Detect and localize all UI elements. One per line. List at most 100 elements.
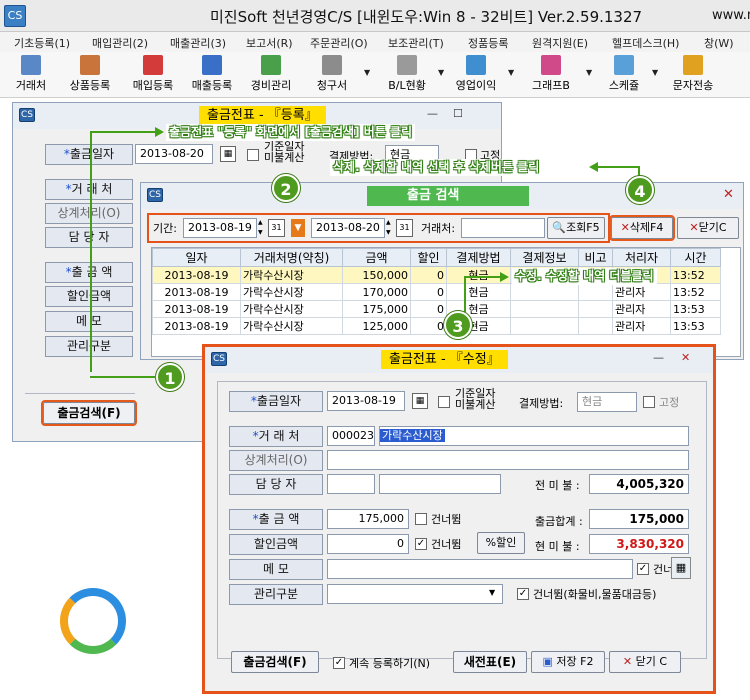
edit-memo-skip-checkbox[interactable]: ✓ — [637, 563, 649, 575]
edit-close-icon[interactable]: ✕ — [681, 351, 690, 364]
edit-percent-discount-button[interactable]: %할인 — [477, 532, 525, 554]
edit-close-button[interactable]: ✕ 닫기 C — [609, 651, 681, 673]
edit-pay-method-select[interactable]: 현금 — [577, 392, 637, 412]
col-note[interactable]: 비고 — [578, 248, 613, 267]
search-query-button[interactable]: 🔍조회F5 — [547, 217, 605, 239]
search-date-from[interactable]: 2013-08-19 — [183, 218, 257, 238]
toolbar-expense[interactable]: 경비관리 — [244, 54, 298, 96]
edit-calendar-icon[interactable]: ▦ — [412, 393, 428, 409]
edit-customer-code[interactable]: 000023 — [327, 426, 375, 446]
date-from-calendar-icon[interactable]: 31 — [268, 219, 285, 237]
menu-item-sales[interactable]: 매출관리(3) — [170, 35, 226, 51]
edit-save-button[interactable]: ▣ 저장 F2 — [531, 651, 605, 673]
search-delete-button[interactable]: ✕삭제F4 — [609, 215, 675, 241]
date-range-dropdown-icon[interactable]: ▼ — [291, 219, 305, 237]
edit-date-input[interactable]: 2013-08-19 — [327, 391, 405, 411]
annotation-delete-text: 삭제. 삭제할 내역 선택 후 삭제버튼 클릭 — [330, 159, 543, 176]
search-date-to[interactable]: 2013-08-20 — [311, 218, 385, 238]
schedule-caret-icon[interactable]: ▼ — [652, 68, 658, 77]
menu-item-aux[interactable]: 보조관리(T) — [388, 35, 444, 51]
edit-manager-name[interactable] — [379, 474, 501, 494]
date-to-spin-icon[interactable]: ▲ ▼ — [386, 218, 394, 238]
edit-continue-label: 계속 등록하기(N) — [349, 657, 431, 670]
toolbar-graph[interactable]: 그래프B — [520, 54, 582, 96]
edit-discount-skip-checkbox[interactable]: ✓ — [415, 538, 427, 550]
edit-offset-button[interactable]: 상계처리(O) — [229, 450, 323, 471]
edit-class-skip-checkbox[interactable]: ✓ — [517, 588, 529, 600]
search-customer-input[interactable] — [461, 218, 545, 238]
menu-item-report[interactable]: 보고서(R) — [246, 35, 293, 51]
edit-class-dropdown-icon[interactable]: ▼ — [489, 588, 495, 597]
edit-fixed-label: 고정 — [659, 396, 680, 409]
toolbar-sales[interactable]: 매출등록 — [184, 54, 240, 96]
edit-customer-name-field[interactable]: 가락수산시장 — [379, 426, 689, 446]
register-base-date-checkbox[interactable] — [247, 149, 259, 161]
calculator-icon[interactable]: ▦ — [671, 557, 691, 579]
toolbar-profit[interactable]: 영업이익 — [448, 54, 504, 96]
edit-continue-checkbox[interactable]: ✓ — [333, 657, 345, 669]
date-to-calendar-icon[interactable]: 31 — [396, 219, 413, 237]
register-offset-button[interactable]: 상계처리(O) — [45, 203, 133, 224]
toolbar-purchase[interactable]: 매입등록 — [126, 54, 180, 96]
edit-date-label: 출금일자 — [229, 391, 323, 412]
search-result-table: 일자 거래처명(약칭) 금액 할인 결제방법 결제정보 비고 처리자 시간 20… — [152, 248, 721, 335]
graph-caret-icon[interactable]: ▼ — [586, 68, 592, 77]
bl-caret-icon[interactable]: ▼ — [438, 68, 444, 77]
toolbar-product[interactable]: 상품등록 — [62, 54, 118, 96]
col-discount[interactable]: 할인 — [410, 248, 447, 267]
col-pay-method[interactable]: 결제방법 — [446, 248, 511, 267]
edit-amount-label: 출 금 액 — [229, 509, 323, 530]
register-date-input[interactable]: 2013-08-20 — [135, 144, 213, 164]
annotation-line-1c — [90, 376, 156, 378]
invoice-caret-icon[interactable]: ▼ — [364, 68, 370, 77]
search-close-icon[interactable]: ✕ — [723, 187, 734, 202]
menu-item-order[interactable]: 주문관리(O) — [310, 35, 368, 51]
edit-manager-code[interactable] — [327, 474, 375, 494]
toolbar-schedule[interactable]: 스케쥴 — [602, 54, 646, 96]
register-calendar-icon[interactable]: ▦ — [220, 146, 236, 162]
toolbar-bl-status[interactable]: B/L현황 — [378, 54, 436, 96]
edit-base-date-checkbox[interactable] — [438, 396, 450, 408]
table-row[interactable]: 2013-08-19 가락수산시장 125,000 0 현금 관리자 13:53 — [152, 317, 721, 335]
edit-amount-input[interactable]: 175,000 — [327, 509, 409, 529]
toolbar-customer[interactable]: 거래처 — [8, 54, 54, 96]
edit-class-select[interactable] — [327, 584, 503, 604]
profit-caret-icon[interactable]: ▼ — [508, 68, 514, 77]
edit-offset-input[interactable] — [327, 450, 689, 470]
menu-item-basic[interactable]: 기초등록(1) — [14, 35, 70, 51]
edit-amount-skip-checkbox[interactable] — [415, 513, 427, 525]
col-customer[interactable]: 거래처명(약칭) — [240, 248, 343, 267]
menu-item-license[interactable]: 정품등록 — [468, 35, 508, 51]
edit-memo-input[interactable] — [327, 559, 633, 579]
edit-discount-skip-label: 건너뜀 — [431, 538, 462, 551]
search-close-button[interactable]: ✕닫기C — [677, 217, 739, 239]
toolbar-sms[interactable]: 문자전송 — [664, 54, 722, 96]
col-time[interactable]: 시간 — [670, 248, 721, 267]
table-row[interactable]: 2013-08-19 가락수산시장 175,000 0 현금 관리자 13:53 — [152, 300, 721, 318]
search-window-icon: CS — [147, 188, 163, 202]
menu-item-purchase[interactable]: 매입관리(2) — [92, 35, 148, 51]
edit-discount-input[interactable]: 0 — [327, 534, 409, 554]
app-titlebar: CS 미진Soft 천년경영C/S [내윈도우:Win 8 - 32비트] Ve… — [0, 0, 750, 32]
edit-minimize-icon[interactable]: — — [653, 351, 664, 364]
maximize-icon[interactable]: ☐ — [453, 107, 463, 120]
edit-pay-method-label: 결제방법: — [519, 397, 564, 410]
register-search-button[interactable]: 출금검색(F) — [41, 400, 137, 426]
date-from-spin-icon[interactable]: ▲ ▼ — [258, 218, 266, 238]
edit-search-button[interactable]: 출금검색(F) — [231, 651, 319, 673]
edit-window-titlebar: CS 출금전표 - 『수정』 — ✕ — [205, 347, 713, 373]
table-row[interactable]: 2013-08-19 가락수산시장 170,000 0 현금 관리자 13:52 — [152, 283, 721, 301]
toolbar-invoice[interactable]: 청구서 — [310, 54, 354, 96]
menu-item-remote[interactable]: 원격지원(E) — [532, 35, 588, 51]
col-pay-info[interactable]: 결제정보 — [510, 248, 579, 267]
edit-total-label: 출금합계 : — [535, 515, 583, 528]
minimize-icon[interactable]: — — [427, 107, 438, 120]
edit-new-button[interactable]: 새전표(E) — [453, 651, 527, 673]
edit-fixed-checkbox[interactable] — [643, 396, 655, 408]
col-amount[interactable]: 금액 — [342, 248, 411, 267]
col-handler[interactable]: 처리자 — [612, 248, 671, 267]
app-icon: CS — [4, 5, 26, 27]
menu-item-helpdesk[interactable]: 헬프데스크(H) — [612, 35, 679, 51]
menu-item-window[interactable]: 창(W) — [704, 35, 734, 51]
col-date[interactable]: 일자 — [152, 248, 241, 267]
